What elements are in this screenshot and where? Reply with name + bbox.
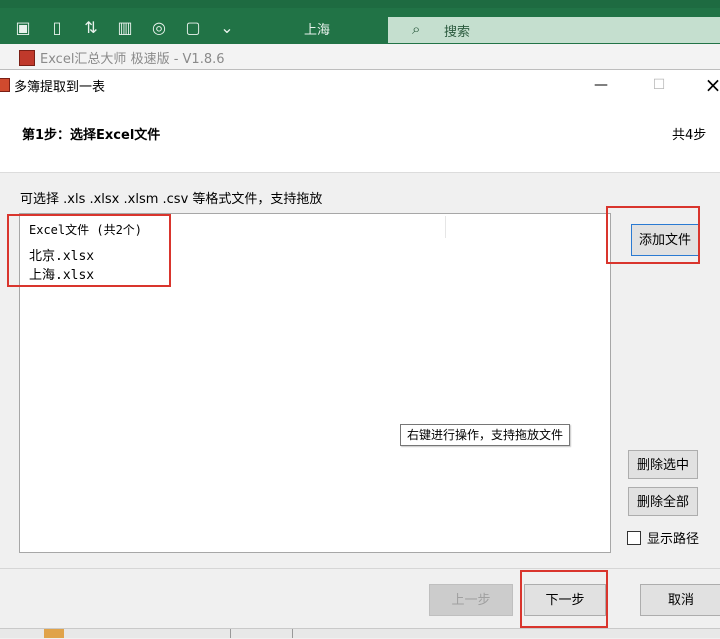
- save-icon[interactable]: ▣: [12, 17, 34, 39]
- list-item[interactable]: 北京.xlsx: [29, 245, 94, 264]
- prev-step-button[interactable]: 上一步: [429, 584, 513, 616]
- minimize-icon[interactable]: —: [578, 70, 624, 100]
- next-step-button[interactable]: 下一步: [524, 584, 606, 616]
- close-icon[interactable]: ×: [690, 70, 720, 100]
- search-input[interactable]: ⌕ 搜索: [388, 17, 720, 43]
- cancel-button[interactable]: 取消: [640, 584, 720, 616]
- file-listbox[interactable]: Excel文件 (共2个) 北京.xlsx 上海.xlsx 右键进行操作，支持拖…: [19, 213, 611, 553]
- step-label: 第1步：选择Excel文件: [22, 128, 161, 143]
- list-item[interactable]: 上海.xlsx: [29, 264, 94, 283]
- app-title-bar: Excel汇总大师 极速版 - V1.8.6: [0, 44, 720, 71]
- search-label: 搜索: [444, 25, 471, 40]
- textbox-icon[interactable]: ▢: [182, 17, 204, 39]
- show-path-checkbox[interactable]: 显示路径: [627, 528, 699, 547]
- chart-icon[interactable]: ▥: [114, 17, 136, 39]
- dialog-title-bar: 多簿提取到一表 — ☐ ×: [0, 70, 720, 100]
- listbox-tooltip: 右键进行操作，支持拖放文件: [400, 424, 571, 446]
- shapes-icon[interactable]: ◎: [148, 17, 170, 39]
- delete-selected-button[interactable]: 删除选中: [628, 450, 698, 479]
- add-file-button[interactable]: 添加文件: [631, 224, 699, 256]
- sort-icon[interactable]: ⇅: [80, 17, 102, 39]
- ribbon-top-strip: [0, 0, 720, 8]
- quick-access-toolbar: ▣ ▯ ⇅ ▥ ◎ ▢ ⌄: [0, 12, 238, 44]
- ribbon-city-label: 上海: [304, 23, 331, 38]
- delete-all-button[interactable]: 删除全部: [628, 487, 698, 516]
- file-type-hint: 可选择 .xls .xlsx .xlsm .csv 等格式文件，支持拖放: [20, 192, 323, 207]
- step-total: 共4步: [672, 128, 707, 143]
- maximize-icon[interactable]: ☐: [636, 70, 682, 100]
- show-path-label: 显示路径: [647, 532, 700, 547]
- excel-ribbon: ▣ ▯ ⇅ ▥ ◎ ▢ ⌄ 上海 ⌕ 搜索: [0, 0, 720, 44]
- list-header: Excel文件 (共2个): [29, 223, 143, 237]
- step-header: 第1步：选择Excel文件 共4步: [0, 100, 720, 173]
- dialog-icon: [0, 78, 10, 92]
- checkbox-box[interactable]: [627, 530, 641, 545]
- app-icon: [19, 50, 35, 66]
- dialog-title: 多簿提取到一表: [14, 80, 106, 95]
- new-doc-icon[interactable]: ▯: [46, 17, 68, 39]
- search-icon: ⌕: [412, 20, 421, 38]
- more-icon[interactable]: ⌄: [216, 17, 238, 39]
- column-separator: [445, 216, 446, 238]
- app-title: Excel汇总大师 极速版 - V1.8.6: [40, 52, 225, 67]
- dialog-window: 多簿提取到一表 — ☐ × 第1步：选择Excel文件 共4步 可选择 .xls…: [0, 69, 720, 639]
